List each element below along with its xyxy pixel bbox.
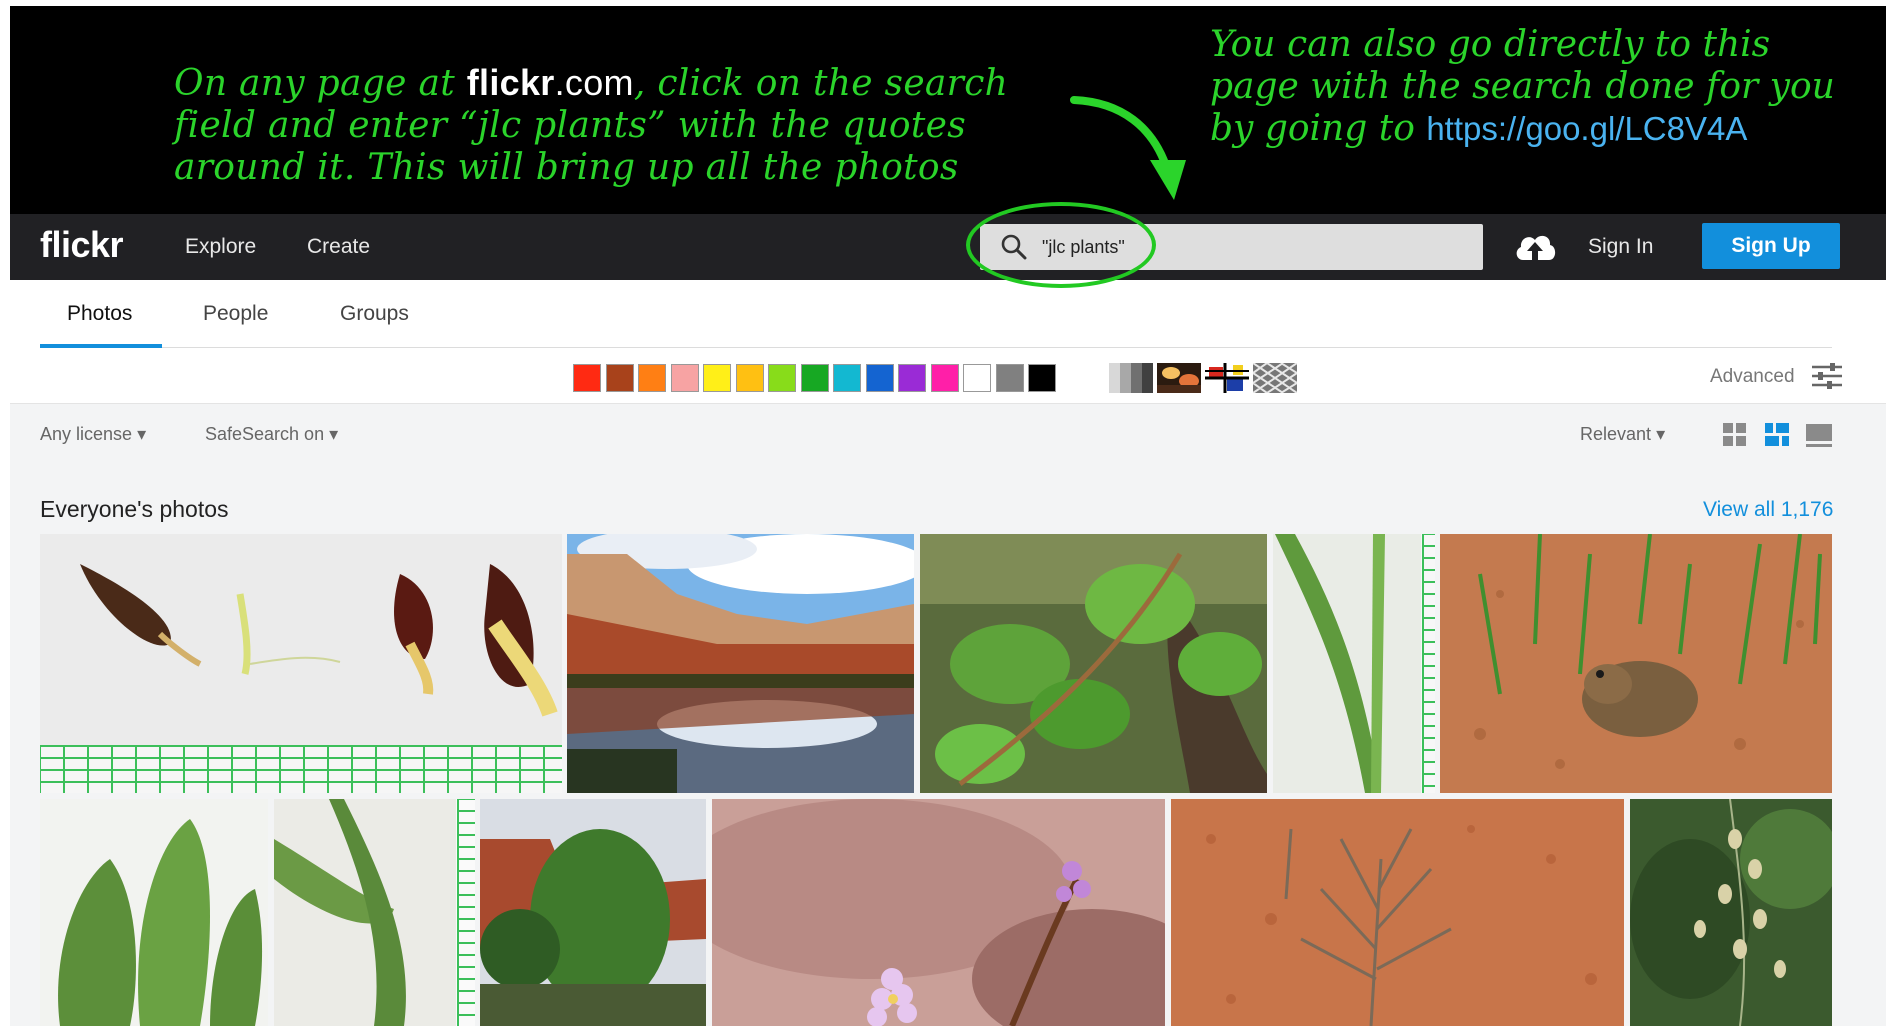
color-swatch[interactable]	[898, 364, 926, 392]
annotation-brand: flickr.com	[467, 62, 634, 103]
color-swatch[interactable]	[638, 364, 666, 392]
color-swatch[interactable]	[963, 364, 991, 392]
search-highlight-circle	[966, 202, 1156, 288]
tab-groups[interactable]: Groups	[340, 302, 409, 326]
sign-in-link[interactable]: Sign In	[1588, 235, 1653, 259]
color-filter-bar: Advanced	[10, 348, 1886, 404]
annotation-right-text: You can also go directly to this page wi…	[1210, 24, 1850, 150]
annotation-brand-name: flickr	[466, 62, 555, 103]
nav-create-link[interactable]: Create	[307, 235, 370, 259]
tab-people[interactable]: People	[203, 302, 268, 326]
style-minimalist-swatch[interactable]	[1205, 363, 1249, 393]
caret-down-icon: ▾	[1656, 424, 1666, 444]
photo-stem-closeup-image	[274, 799, 475, 1026]
tab-photos[interactable]: Photos	[67, 302, 132, 326]
photo-thumbnail[interactable]	[1273, 534, 1435, 793]
grid-layout-icon[interactable]	[1722, 422, 1748, 448]
caret-down-icon: ▾	[137, 424, 147, 444]
annotation-arrow-icon	[1070, 96, 1186, 200]
photo-canyon-river-image	[567, 534, 914, 793]
photo-cottonwood-tree-image	[480, 799, 706, 1026]
photo-thumbnail[interactable]	[1630, 799, 1832, 1026]
annotation-panel: On any page at flickr.com, click on the …	[10, 6, 1886, 214]
safesearch-dropdown[interactable]: SafeSearch on ▾	[205, 424, 338, 445]
color-swatch[interactable]	[605, 364, 634, 392]
advanced-search-link[interactable]: Advanced	[1710, 366, 1795, 388]
photo-fuzzy-leaf-image	[40, 799, 268, 1026]
top-navigation-bar: flickr Explore Create "jlc plants" Sign …	[10, 214, 1886, 280]
sort-dropdown-label: Relevant	[1580, 424, 1652, 444]
photo-thumbnail[interactable]	[40, 799, 268, 1026]
color-swatch[interactable]	[573, 364, 601, 392]
style-black-white-swatch[interactable]	[1109, 363, 1153, 393]
photo-thumbnail[interactable]	[920, 534, 1267, 793]
photo-toad-image	[1440, 534, 1832, 793]
photo-grass-stem-image	[1273, 534, 1435, 793]
search-tabs: Photos People Groups	[40, 280, 1832, 348]
photo-green-leaves-image	[920, 534, 1267, 793]
color-swatch[interactable]	[995, 364, 1024, 392]
single-photo-layout-icon[interactable]	[1806, 422, 1832, 448]
color-swatch[interactable]	[930, 364, 959, 392]
annotation-brand-suffix: .com	[554, 62, 634, 103]
sort-dropdown[interactable]: Relevant ▾	[1580, 424, 1665, 445]
color-swatch[interactable]	[670, 364, 699, 392]
sign-up-button[interactable]: Sign Up	[1702, 223, 1840, 269]
color-swatch[interactable]	[735, 364, 764, 392]
photo-pink-flower-image	[712, 799, 1165, 1026]
screenshot-root: On any page at flickr.com, click on the …	[0, 0, 1893, 1026]
photo-thumbnail[interactable]	[480, 799, 706, 1026]
style-patterns-swatch[interactable]	[1253, 363, 1297, 393]
annotation-left-prefix: On any page at	[174, 63, 456, 104]
safesearch-dropdown-label: SafeSearch on	[205, 424, 325, 444]
color-swatch[interactable]	[865, 364, 894, 392]
color-swatch[interactable]	[800, 364, 829, 392]
flickr-logo[interactable]: flickr	[40, 224, 124, 266]
photo-hanging-flowers-image	[1630, 799, 1832, 1026]
view-all-link[interactable]: View all 1,176	[1703, 498, 1833, 522]
nav-explore-link[interactable]: Explore	[185, 235, 256, 259]
photo-thumbnail[interactable]	[40, 534, 562, 793]
photo-thumbnail[interactable]	[712, 799, 1165, 1026]
photo-thumbnail[interactable]	[1440, 534, 1832, 793]
color-swatch[interactable]	[703, 364, 731, 392]
annotation-link[interactable]: https://goo.gl/LC8V4A	[1426, 110, 1747, 147]
photo-thumbnail[interactable]	[1171, 799, 1624, 1026]
color-swatch[interactable]	[1028, 364, 1056, 392]
photo-thumbnail[interactable]	[274, 799, 475, 1026]
caret-down-icon: ▾	[329, 424, 339, 444]
justified-layout-icon[interactable]	[1764, 422, 1790, 448]
photo-dry-shrub-image	[1171, 799, 1624, 1026]
section-title: Everyone's photos	[40, 496, 229, 522]
style-shallow-depth-swatch[interactable]	[1157, 363, 1201, 393]
sliders-icon[interactable]	[1812, 362, 1842, 390]
license-dropdown-label: Any license	[40, 424, 133, 444]
license-dropdown[interactable]: Any license ▾	[40, 424, 146, 445]
photo-thumbnail[interactable]	[567, 534, 914, 793]
color-swatch[interactable]	[768, 364, 796, 392]
cloud-upload-icon[interactable]	[1513, 228, 1557, 266]
color-swatch[interactable]	[833, 364, 861, 392]
annotation-left-text: On any page at flickr.com, click on the …	[174, 62, 1054, 189]
photo-seed-pods-image	[40, 534, 562, 793]
